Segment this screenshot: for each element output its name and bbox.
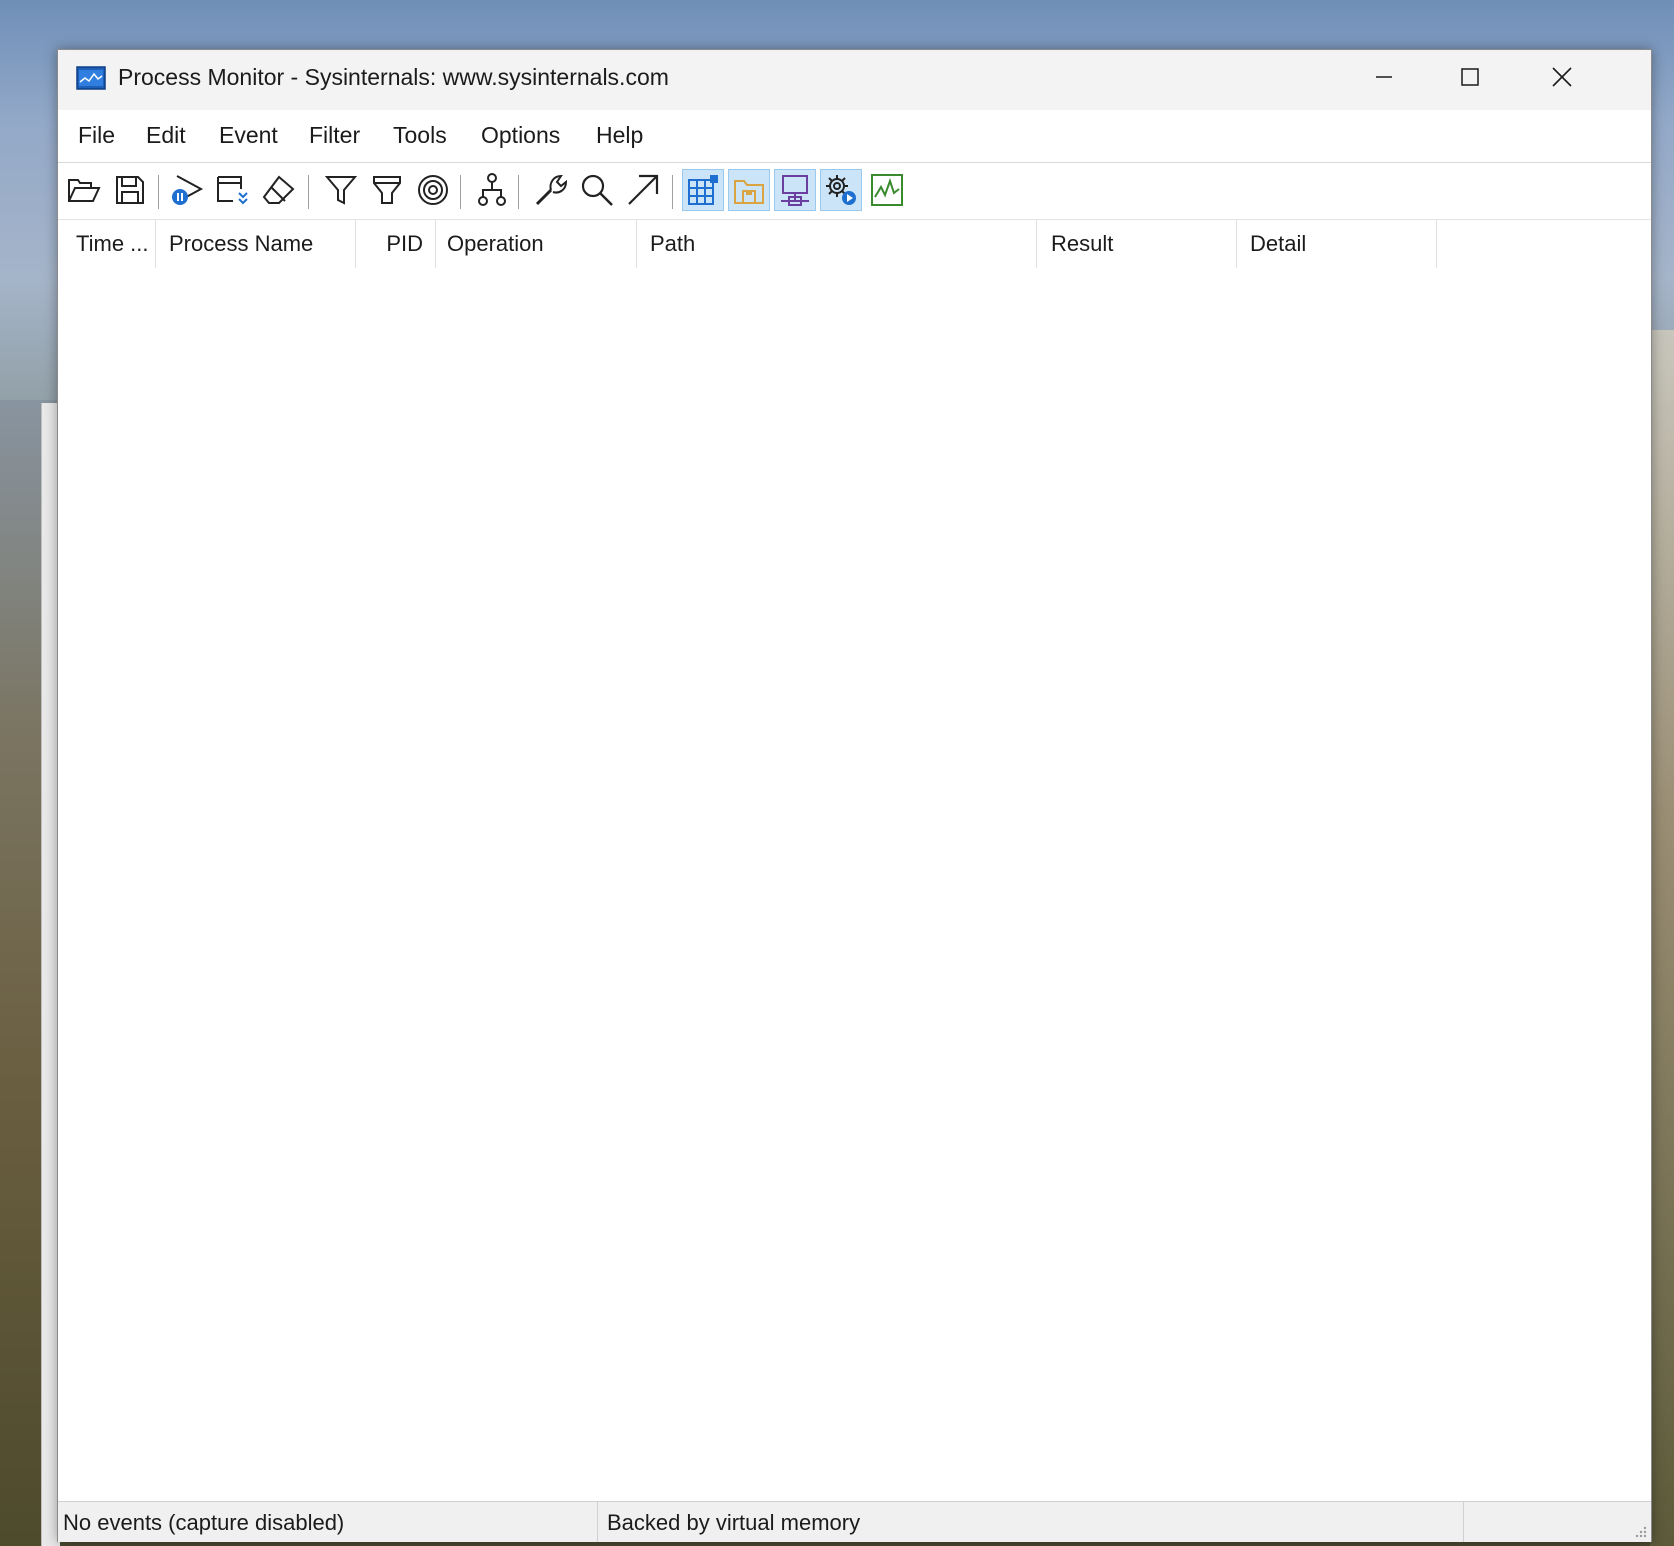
save-icon — [116, 176, 144, 204]
highlight-button[interactable] — [366, 169, 408, 211]
process-tree-icon — [478, 173, 506, 206]
column-pid[interactable]: PID — [356, 220, 436, 268]
network-activity-icon — [781, 175, 809, 206]
jump-to-button[interactable] — [622, 169, 664, 211]
jump-to-icon — [628, 174, 659, 205]
menu-bar: File Edit Event Filter Tools Options Hel… — [58, 110, 1651, 163]
open-folder-icon — [68, 179, 101, 202]
toolbar — [58, 163, 1651, 220]
find-button[interactable] — [576, 169, 618, 211]
filter-icon — [324, 176, 358, 205]
properties-icon — [535, 174, 568, 206]
process-monitor-app-icon — [76, 66, 106, 90]
process-thread-activity-icon — [826, 175, 856, 205]
minimize-icon — [1376, 76, 1392, 78]
registry-activity-icon — [688, 175, 718, 205]
process-tree-button[interactable] — [471, 169, 513, 211]
title-bar[interactable]: Process Monitor - Sysinternals: www.sysi… — [58, 50, 1651, 110]
target-icon — [418, 175, 448, 205]
highlight-icon — [373, 176, 401, 204]
column-result[interactable]: Result — [1037, 220, 1237, 268]
column-time[interactable]: Time ... — [58, 220, 156, 268]
properties-button[interactable] — [530, 169, 572, 211]
toolbar-separator — [460, 175, 461, 209]
toolbar-separator — [672, 175, 673, 209]
menu-event[interactable]: Event — [219, 122, 278, 149]
status-event-count: No events (capture disabled) — [58, 1502, 598, 1542]
open-button[interactable] — [63, 169, 105, 211]
maximize-icon — [1461, 68, 1479, 86]
status-bar: No events (capture disabled) Backed by v… — [58, 1501, 1651, 1542]
show-registry-activity-toggle[interactable] — [682, 169, 724, 211]
maximize-button[interactable] — [1424, 50, 1516, 104]
window-title: Process Monitor - Sysinternals: www.sysi… — [118, 64, 669, 90]
menu-options[interactable]: Options — [481, 122, 560, 149]
resize-grip-icon[interactable] — [1633, 1524, 1647, 1538]
toolbar-separator — [158, 175, 159, 209]
column-detail[interactable]: Detail — [1237, 220, 1437, 268]
menu-help[interactable]: Help — [596, 122, 643, 149]
autoscroll-icon — [217, 176, 248, 205]
show-process-thread-activity-toggle[interactable] — [820, 169, 862, 211]
find-icon — [581, 174, 613, 206]
status-backing-store: Backed by virtual memory — [598, 1502, 1464, 1542]
column-operation[interactable]: Operation — [436, 220, 637, 268]
filter-button[interactable] — [320, 169, 362, 211]
menu-file[interactable]: File — [78, 122, 115, 149]
clear-icon — [262, 175, 295, 204]
profiling-events-icon — [871, 174, 903, 206]
menu-tools[interactable]: Tools — [393, 122, 447, 149]
show-network-activity-toggle[interactable] — [774, 169, 816, 211]
desktop-background-right — [1650, 330, 1674, 1546]
close-button[interactable] — [1516, 50, 1608, 104]
minimize-button[interactable] — [1338, 50, 1430, 104]
menu-filter[interactable]: Filter — [309, 122, 360, 149]
clear-button[interactable] — [258, 169, 300, 211]
file-activity-icon — [734, 180, 764, 204]
close-icon — [1552, 67, 1572, 87]
include-process-button[interactable] — [412, 169, 454, 211]
process-monitor-window: Process Monitor - Sysinternals: www.sysi… — [57, 49, 1652, 1542]
toolbar-separator — [308, 175, 309, 209]
column-path[interactable]: Path — [637, 220, 1037, 268]
event-list-header: Time ... Process Name PID Operation Path… — [58, 220, 1651, 268]
autoscroll-button[interactable] — [212, 169, 254, 211]
save-button[interactable] — [109, 169, 151, 211]
show-file-activity-toggle[interactable] — [728, 169, 770, 211]
event-list[interactable] — [58, 268, 1651, 1501]
capture-icon — [172, 175, 204, 205]
toolbar-separator — [518, 175, 519, 209]
show-profiling-events-toggle[interactable] — [866, 169, 908, 211]
menu-edit[interactable]: Edit — [146, 122, 186, 149]
column-process-name[interactable]: Process Name — [156, 220, 356, 268]
capture-button[interactable] — [166, 169, 208, 211]
